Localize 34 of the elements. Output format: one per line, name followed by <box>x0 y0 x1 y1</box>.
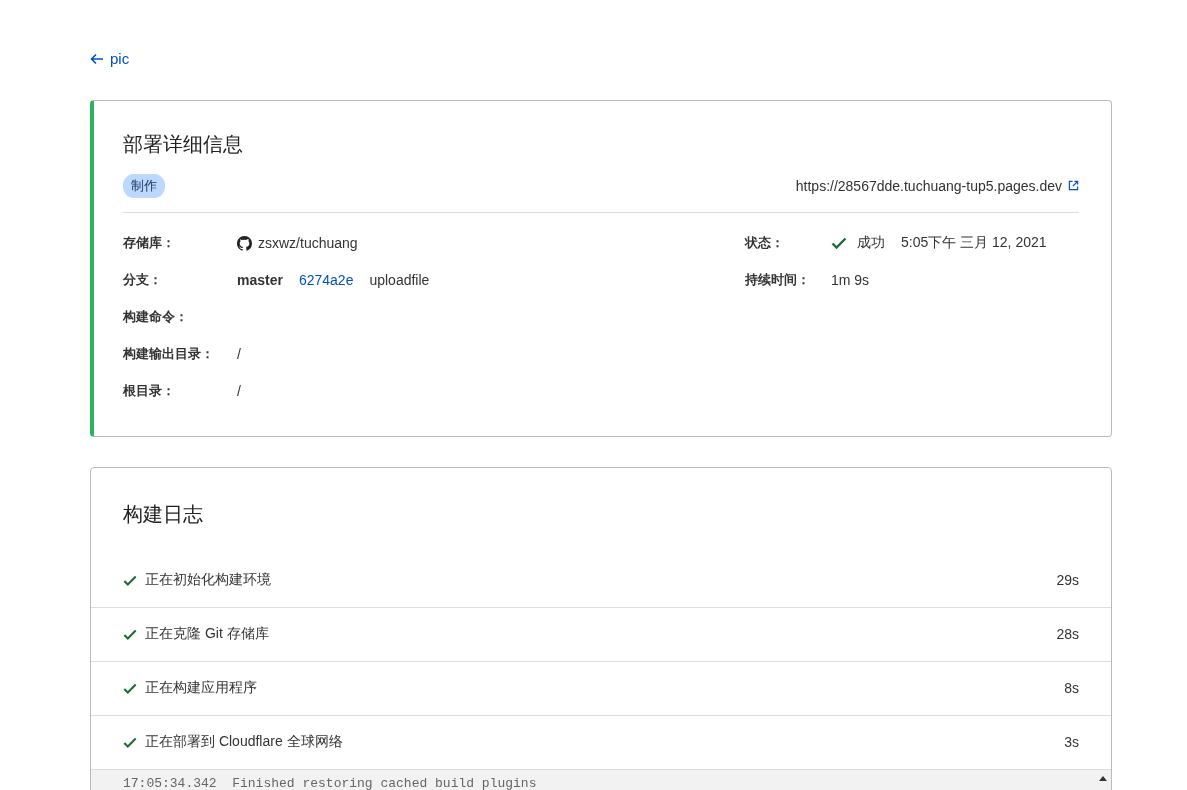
step-label: 正在初始化构建环境 <box>145 571 272 589</box>
back-arrow-icon <box>90 52 104 65</box>
field-label: 状态： <box>745 234 785 252</box>
step-duration: 29s <box>1056 572 1079 588</box>
step-label: 正在构建应用程序 <box>145 679 258 697</box>
deployment-link[interactable]: https://28567dde.tuchuang-tup5.pages.dev <box>795 177 1079 194</box>
environment-badge: 制作 <box>123 173 165 198</box>
deploy-time: 5:05下午 三月 12, 2021 <box>901 234 1047 252</box>
field-label: 存储库： <box>123 234 176 252</box>
external-link-icon <box>1068 180 1079 191</box>
card-title: 部署详细信息 <box>123 131 244 157</box>
field-label: 根目录： <box>123 382 176 400</box>
card-title: 构建日志 <box>122 501 204 527</box>
field-label: 持续时间： <box>745 271 811 289</box>
commit-link[interactable]: 6274a2e <box>298 272 354 288</box>
log-line: 17:05:34.342 Finished restoring cached build plugins <box>123 775 538 790</box>
field-value: / <box>237 346 241 362</box>
field-label: 构建命令： <box>123 308 189 326</box>
commit-message: uploadfile <box>369 272 430 288</box>
field-value: / <box>237 383 241 399</box>
github-icon <box>237 235 252 251</box>
step-label: 正在克隆 Git 存储库 <box>145 625 270 643</box>
step-label: 正在部署到 Cloudflare 全球网络 <box>145 733 344 751</box>
step-duration: 28s <box>1056 626 1079 642</box>
step-duration: 8s <box>1064 680 1079 696</box>
step-duration: 3s <box>1064 734 1079 750</box>
field-label: 分支： <box>123 271 163 289</box>
repository-name: zsxwz/tuchuang <box>258 235 358 251</box>
field-label: 构建输出目录： <box>123 345 215 363</box>
field-value: 1m 9s <box>831 272 870 288</box>
status-text: 成功 <box>857 234 885 252</box>
scroll-up-icon[interactable] <box>1099 775 1107 781</box>
branch-name: master <box>237 272 283 288</box>
back-link[interactable]: pic <box>90 50 130 67</box>
